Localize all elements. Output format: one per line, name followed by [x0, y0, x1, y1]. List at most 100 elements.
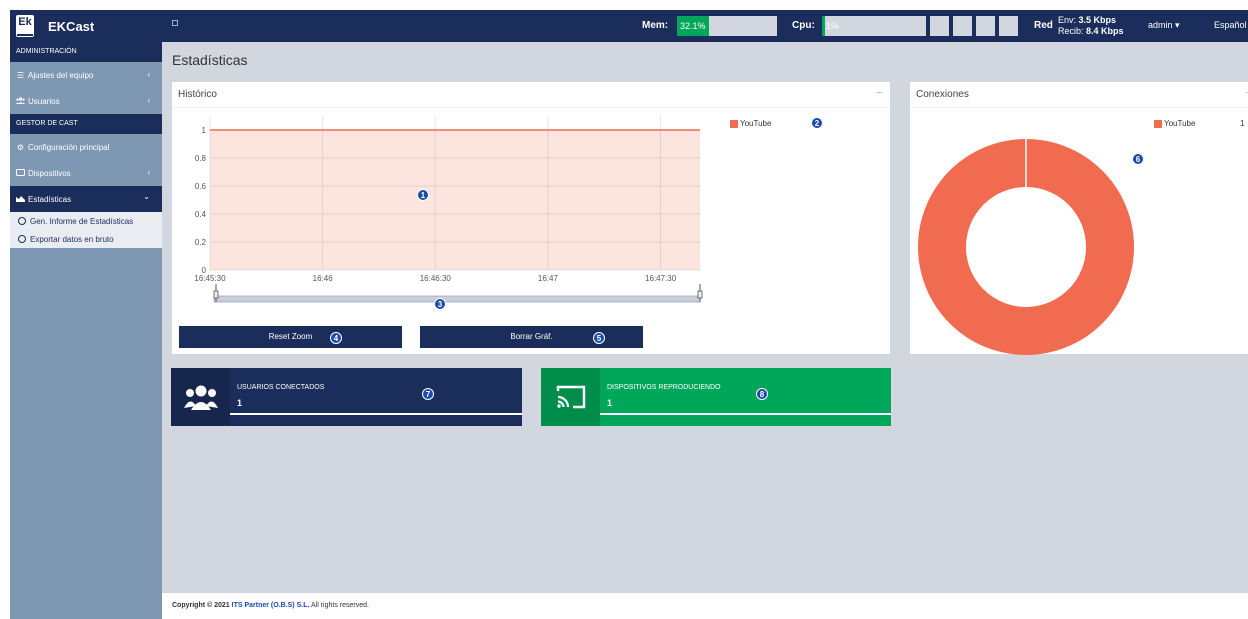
info-box-label: DISPOSITIVOS REPRODUCIENDO: [607, 384, 721, 391]
mem-meter: 32.1%: [677, 16, 777, 36]
x-tick-label: 16:47: [538, 274, 559, 283]
legend-value-youtube: 1: [1240, 119, 1245, 128]
user-name: admin: [1148, 20, 1173, 30]
info-box-progress: [600, 413, 891, 415]
caret-down-icon: ▾: [1175, 20, 1180, 30]
env-label: Env:: [1058, 15, 1077, 25]
zoom-handle-right-grip: [697, 290, 703, 299]
annotation-badge-4: 4: [330, 332, 342, 344]
cogs-icon: ⚙: [16, 142, 25, 152]
legend-swatch-youtube: [1154, 120, 1162, 128]
area-youtube: [210, 130, 700, 270]
mem-meter-fill: 32.1%: [677, 16, 710, 36]
x-tick-label: 16:46:30: [420, 274, 452, 283]
chevron-left-icon: ‹: [147, 168, 150, 177]
annotation-badge-6: 6: [1132, 153, 1144, 165]
sidebar: ADMINISTRACIÓN ☰ Ajustes del equipo ‹ Us…: [10, 42, 162, 619]
conexiones-title: Conexiones: [910, 82, 1248, 108]
cpu-core-1: [930, 16, 949, 36]
pie-slice-youtube: [918, 139, 1134, 355]
brand[interactable]: Ek EKCast: [10, 10, 160, 42]
chevron-left-icon: ‹: [147, 96, 150, 105]
x-tick-label: 16:47:30: [645, 274, 677, 283]
zoom-navigator-bar: [213, 295, 701, 303]
section-header-admin: ADMINISTRACIÓN: [10, 42, 162, 62]
conexiones-box: Conexiones − YouTube 1: [910, 81, 1248, 355]
x-tick-label: 16:46: [313, 274, 334, 283]
legend-swatch-youtube: [730, 120, 738, 128]
footer-prefix: Copyright © 2021: [172, 602, 232, 609]
sidebar-item-usuarios[interactable]: Usuarios ‹: [10, 88, 162, 114]
users-icon: [16, 96, 25, 106]
sidebar-subitem-exportar[interactable]: Exportar datos en bruto: [10, 230, 162, 248]
zoom-handle-left-grip: [213, 290, 219, 299]
circle-icon: [18, 217, 26, 225]
cast-icon: [16, 168, 25, 178]
cpu-meter-fill: [822, 16, 825, 36]
borrar-grafico-button[interactable]: Borrar Gráf.: [420, 326, 643, 348]
reset-zoom-button[interactable]: Reset Zoom: [179, 326, 402, 348]
sidebar-toggle-icon[interactable]: [172, 20, 178, 26]
y-tick-label: 0.4: [195, 210, 207, 219]
x-tick-label: 16:45:30: [194, 274, 226, 283]
chevron-left-icon: ‹: [147, 70, 150, 79]
annotation-badge-7: 7: [422, 388, 434, 400]
user-menu[interactable]: admin ▾: [1148, 20, 1180, 31]
sidebar-item-label: Ajustes del equipo: [28, 70, 94, 80]
sidebar-item-ajustes[interactable]: ☰ Ajustes del equipo ‹: [10, 62, 162, 88]
language-selector[interactable]: Español: [1214, 20, 1247, 30]
cpu-meter: 1%: [822, 16, 926, 36]
legend-label-youtube[interactable]: YouTube: [740, 119, 771, 128]
info-box-value: 1: [237, 398, 243, 408]
annotation-badge-8: 8: [756, 388, 768, 400]
y-tick-label: 1: [202, 126, 207, 135]
top-navbar: Ek EKCast Mem: 32.1% Cpu: 1% Red Env: 3.…: [10, 10, 1248, 42]
sidebar-subitem-label: Gen. Informe de Estadísticas: [30, 216, 134, 226]
dispositivos-reproduciendo-box: DISPOSITIVOS REPRODUCIENDO 1: [541, 368, 891, 426]
area-chart-icon: [16, 195, 25, 204]
circle-icon: [18, 235, 26, 243]
page-title: Estadísticas: [172, 52, 248, 68]
y-tick-label: 0.8: [195, 154, 207, 163]
footer: Copyright © 2021 ITS Partner (O.B.S) S.L…: [162, 593, 1248, 619]
network-label: Red: [1034, 20, 1053, 31]
cast-icon: [541, 368, 600, 426]
y-tick-label: 0.6: [195, 182, 207, 191]
sidebar-item-configuracion[interactable]: ⚙ Configuración principal: [10, 134, 162, 160]
chevron-down-icon: ⌄: [143, 192, 150, 201]
sidebar-subitem-label: Exportar datos en bruto: [30, 234, 114, 244]
users-icon: [171, 368, 230, 426]
sidebar-item-label: Configuración principal: [28, 142, 110, 152]
y-tick-label: 0.2: [195, 238, 207, 247]
recib-label: Recib:: [1058, 26, 1084, 36]
annotation-badge-1: 1: [417, 189, 429, 201]
footer-suffix: All rights reserved.: [309, 602, 369, 609]
logo-text: Ek: [18, 16, 32, 28]
info-box-value: 1: [607, 398, 613, 408]
cpu-core-2: [953, 16, 972, 36]
info-box-label: USUARIOS CONECTADOS: [237, 384, 325, 391]
annotation-badge-5: 5: [593, 332, 605, 344]
ek-logo: Ek: [16, 15, 34, 37]
historico-title: Histórico: [172, 82, 890, 108]
legend-label-youtube[interactable]: YouTube: [1164, 119, 1195, 128]
section-header-cast: GESTOR DE CAST: [10, 114, 162, 134]
sidebar-item-label: Dispositivos: [28, 168, 71, 178]
sidebar-item-estadisticas[interactable]: Estadísticas ⌄: [10, 186, 162, 212]
recib-value: 8.4 Kbps: [1086, 26, 1124, 36]
sidebar-item-dispositivos[interactable]: Dispositivos ‹: [10, 160, 162, 186]
app-window: Ek EKCast Mem: 32.1% Cpu: 1% Red Env: 3.…: [10, 10, 1248, 619]
sidebar-item-label: Usuarios: [28, 96, 60, 106]
cpu-label: Cpu:: [792, 20, 815, 31]
historico-box: Histórico − 0 0.2 0.4 0.6 0.8 1 16:45:30 16:46 1…: [172, 81, 890, 354]
cpu-core-3: [976, 16, 995, 36]
conexiones-donut-chart: [918, 139, 1134, 355]
info-box-progress: [230, 413, 522, 415]
env-value: 3.5 Kbps: [1078, 15, 1117, 25]
historico-chart: 00.20.40.60.8116:45:30 16:46 16:46:30 16:47…: [194, 116, 703, 303]
annotation-badge-3: 3: [434, 298, 446, 310]
network-stats: Env: 3.5 Kbps Recib: 8.4 Kbps: [1058, 15, 1124, 37]
footer-company[interactable]: ITS Partner (O.B.S) S.L.: [232, 602, 310, 609]
minimize-button[interactable]: −: [876, 88, 882, 99]
sidebar-subitem-informe[interactable]: Gen. Informe de Estadísticas: [10, 212, 162, 230]
